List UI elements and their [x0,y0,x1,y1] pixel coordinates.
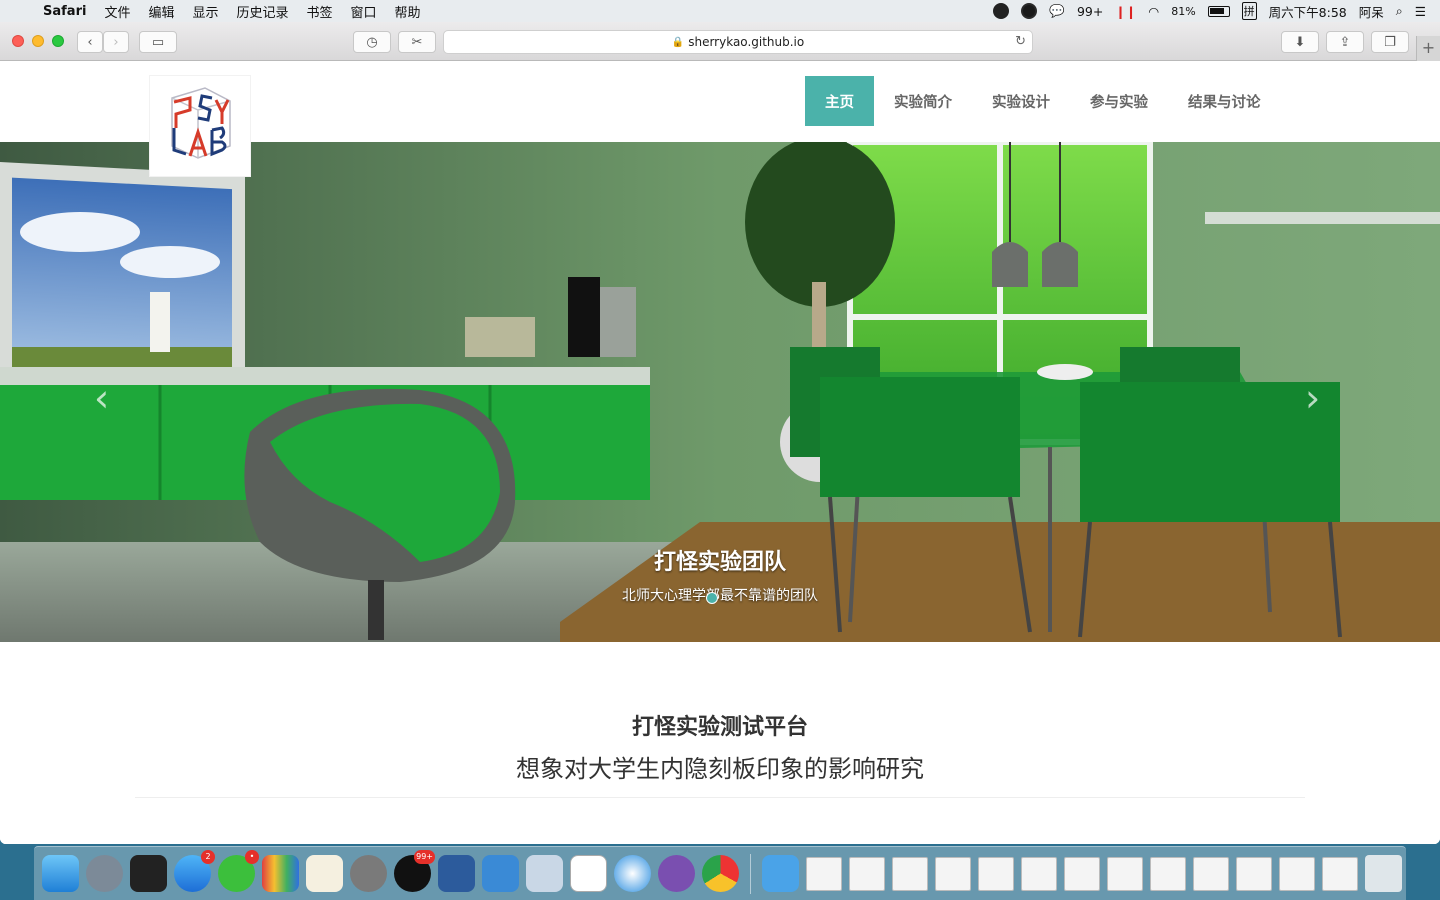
status-area: 💬 99+ ❙❙ ◠ 81% 拼 周六下午8:58 阿呆 ⌕ ☰ [993,2,1440,21]
wechat-status-icon[interactable]: 💬 [1049,3,1065,19]
new-tab-button[interactable]: + [1416,36,1440,61]
chrome-icon[interactable] [702,855,739,892]
share-icon[interactable]: ⇪ [1326,31,1364,53]
remote-desktop-icon[interactable] [438,855,475,892]
intro-subtitle: 想象对大学生内隐刻板印象的影响研究 [516,755,924,783]
clock[interactable]: 周六下午8:58 [1269,2,1347,21]
dock: 2 • 99+ [34,846,1406,900]
keynote-icon[interactable] [482,855,519,892]
menu-file[interactable]: 文件 [95,2,139,21]
intro-section: 打怪实验测试平台 想象对大学生内隐刻板印象的影响研究 [0,642,1440,844]
sogou-icon[interactable] [1021,3,1038,19]
dock-separator [750,853,751,894]
textedit-icon[interactable] [306,855,343,892]
minimized-document-icon[interactable] [1279,856,1315,891]
minimized-window-icon[interactable] [1322,856,1358,891]
activity-monitor-icon[interactable] [130,855,167,892]
finder-icon[interactable] [42,855,79,892]
minimized-document-icon[interactable] [1064,856,1100,891]
qq-badge: 99+ [414,850,435,864]
folder-icon[interactable] [762,855,799,892]
nav-home[interactable]: 主页 [805,76,874,126]
reader-extension-icon[interactable]: ✂ [398,31,436,53]
app-store-icon[interactable]: 2 [174,850,215,892]
menu-bar: Safari 文件 编辑 显示 历史记录 书签 窗口 帮助 💬 99+ ❙❙ ◠… [0,0,1440,22]
nav-design[interactable]: 实验设计 [972,76,1070,126]
safari-window: ‹ › ▭ ◷ ✂ 🔒 sherrykao.github.io ↻ ⬇ ⇪ ❐ … [0,22,1440,844]
forward-button[interactable]: › [103,31,129,53]
notification-center-icon[interactable]: ☰ [1415,4,1426,19]
minimized-document-icon[interactable] [1107,856,1143,891]
user-name[interactable]: 阿呆 [1359,2,1384,21]
nav-intro[interactable]: 实验简介 [874,76,972,126]
github-desktop-icon[interactable] [658,855,695,892]
back-button[interactable]: ‹ [77,31,103,53]
battery-icon[interactable] [1207,5,1230,17]
minimized-window-icon[interactable] [892,856,928,891]
minimized-window-icon[interactable] [978,856,1014,891]
main-nav: 主页 实验简介 实验设计 参与实验 结果与讨论 [805,76,1281,126]
zoom-window-button[interactable] [52,35,64,47]
nav-participate[interactable]: 参与实验 [1070,76,1168,126]
intro-title: 打怪实验测试平台 [631,715,808,740]
wechat-icon[interactable]: • [218,850,259,892]
menu-window[interactable]: 窗口 [342,2,386,21]
preview-icon[interactable] [526,855,563,892]
minimized-window-icon[interactable] [935,856,971,891]
qq-icon[interactable]: 99+ [394,850,435,892]
input-method-icon[interactable]: 拼 [1241,2,1257,20]
wechat-count: 99+ [1076,3,1104,19]
minimized-document-icon[interactable] [1150,856,1186,891]
app-store-badge: 2 [201,850,215,864]
hero-carousel: ‹ › 打怪实验团队 北师大心理学部最不靠谱的团队 [0,142,1440,642]
site-header: 主页 实验简介 实验设计 参与实验 结果与讨论 [0,62,1440,176]
minimized-window-icon[interactable] [1021,856,1057,891]
document-window-icon[interactable] [570,855,607,892]
carousel-next-icon[interactable]: › [1305,376,1320,420]
minimized-window-icon[interactable] [806,856,842,891]
menu-bookmarks[interactable]: 书签 [298,2,342,21]
safari-icon[interactable] [614,855,651,892]
launchpad-icon[interactable] [86,855,123,892]
history-icon[interactable]: ◷ [353,31,391,53]
web-page: 主页 实验简介 实验设计 参与实验 结果与讨论 ‹ › 打怪实验团队 北师大心理… [0,62,1440,844]
browser-toolbar: ‹ › ▭ ◷ ✂ 🔒 sherrykao.github.io ↻ ⬇ ⇪ ❐ … [0,22,1440,61]
tabs-overview-icon[interactable]: ❐ [1371,31,1409,53]
numbers-icon[interactable] [262,855,299,892]
minimize-window-button[interactable] [32,35,44,47]
lock-icon: 🔒 [671,36,685,48]
sidebar-toggle-button[interactable]: ▭ [139,31,177,53]
site-logo[interactable] [150,76,250,176]
wifi-icon[interactable]: ◠ [1148,4,1159,19]
url-text: sherrykao.github.io [688,35,805,49]
menu-app-name[interactable]: Safari [34,4,95,19]
divider [135,797,1305,798]
system-preferences-icon[interactable] [350,855,387,892]
carousel-prev-icon[interactable]: ‹ [94,376,109,420]
wechat-badge: • [245,850,259,864]
qq-status-icon[interactable] [993,3,1010,19]
battery-percent: 81% [1171,4,1196,18]
menu-edit[interactable]: 编辑 [139,2,183,21]
address-bar[interactable]: 🔒 sherrykao.github.io ↻ [443,30,1033,54]
pause-icon[interactable]: ❙❙ [1115,4,1136,19]
carousel-title: 打怪实验团队 [653,550,786,575]
psy-lab-logo-icon [171,87,231,159]
close-window-button[interactable] [12,35,24,47]
minimized-document-icon[interactable] [1193,856,1229,891]
minimized-document-icon[interactable] [1236,856,1272,891]
menu-history[interactable]: 历史记录 [227,2,297,21]
reload-icon[interactable]: ↻ [1015,34,1026,49]
spotlight-icon[interactable]: ⌕ [1396,3,1403,19]
carousel-indicator[interactable] [706,592,718,604]
carousel-subtitle: 北师大心理学部最不靠谱的团队 [622,588,818,604]
minimized-window-icon[interactable] [849,856,885,891]
menu-view[interactable]: 显示 [183,2,227,21]
downloads-icon[interactable]: ⬇ [1281,31,1319,53]
nav-results[interactable]: 结果与讨论 [1168,76,1281,126]
menu-help[interactable]: 帮助 [386,2,430,21]
trash-icon[interactable] [1365,855,1402,892]
